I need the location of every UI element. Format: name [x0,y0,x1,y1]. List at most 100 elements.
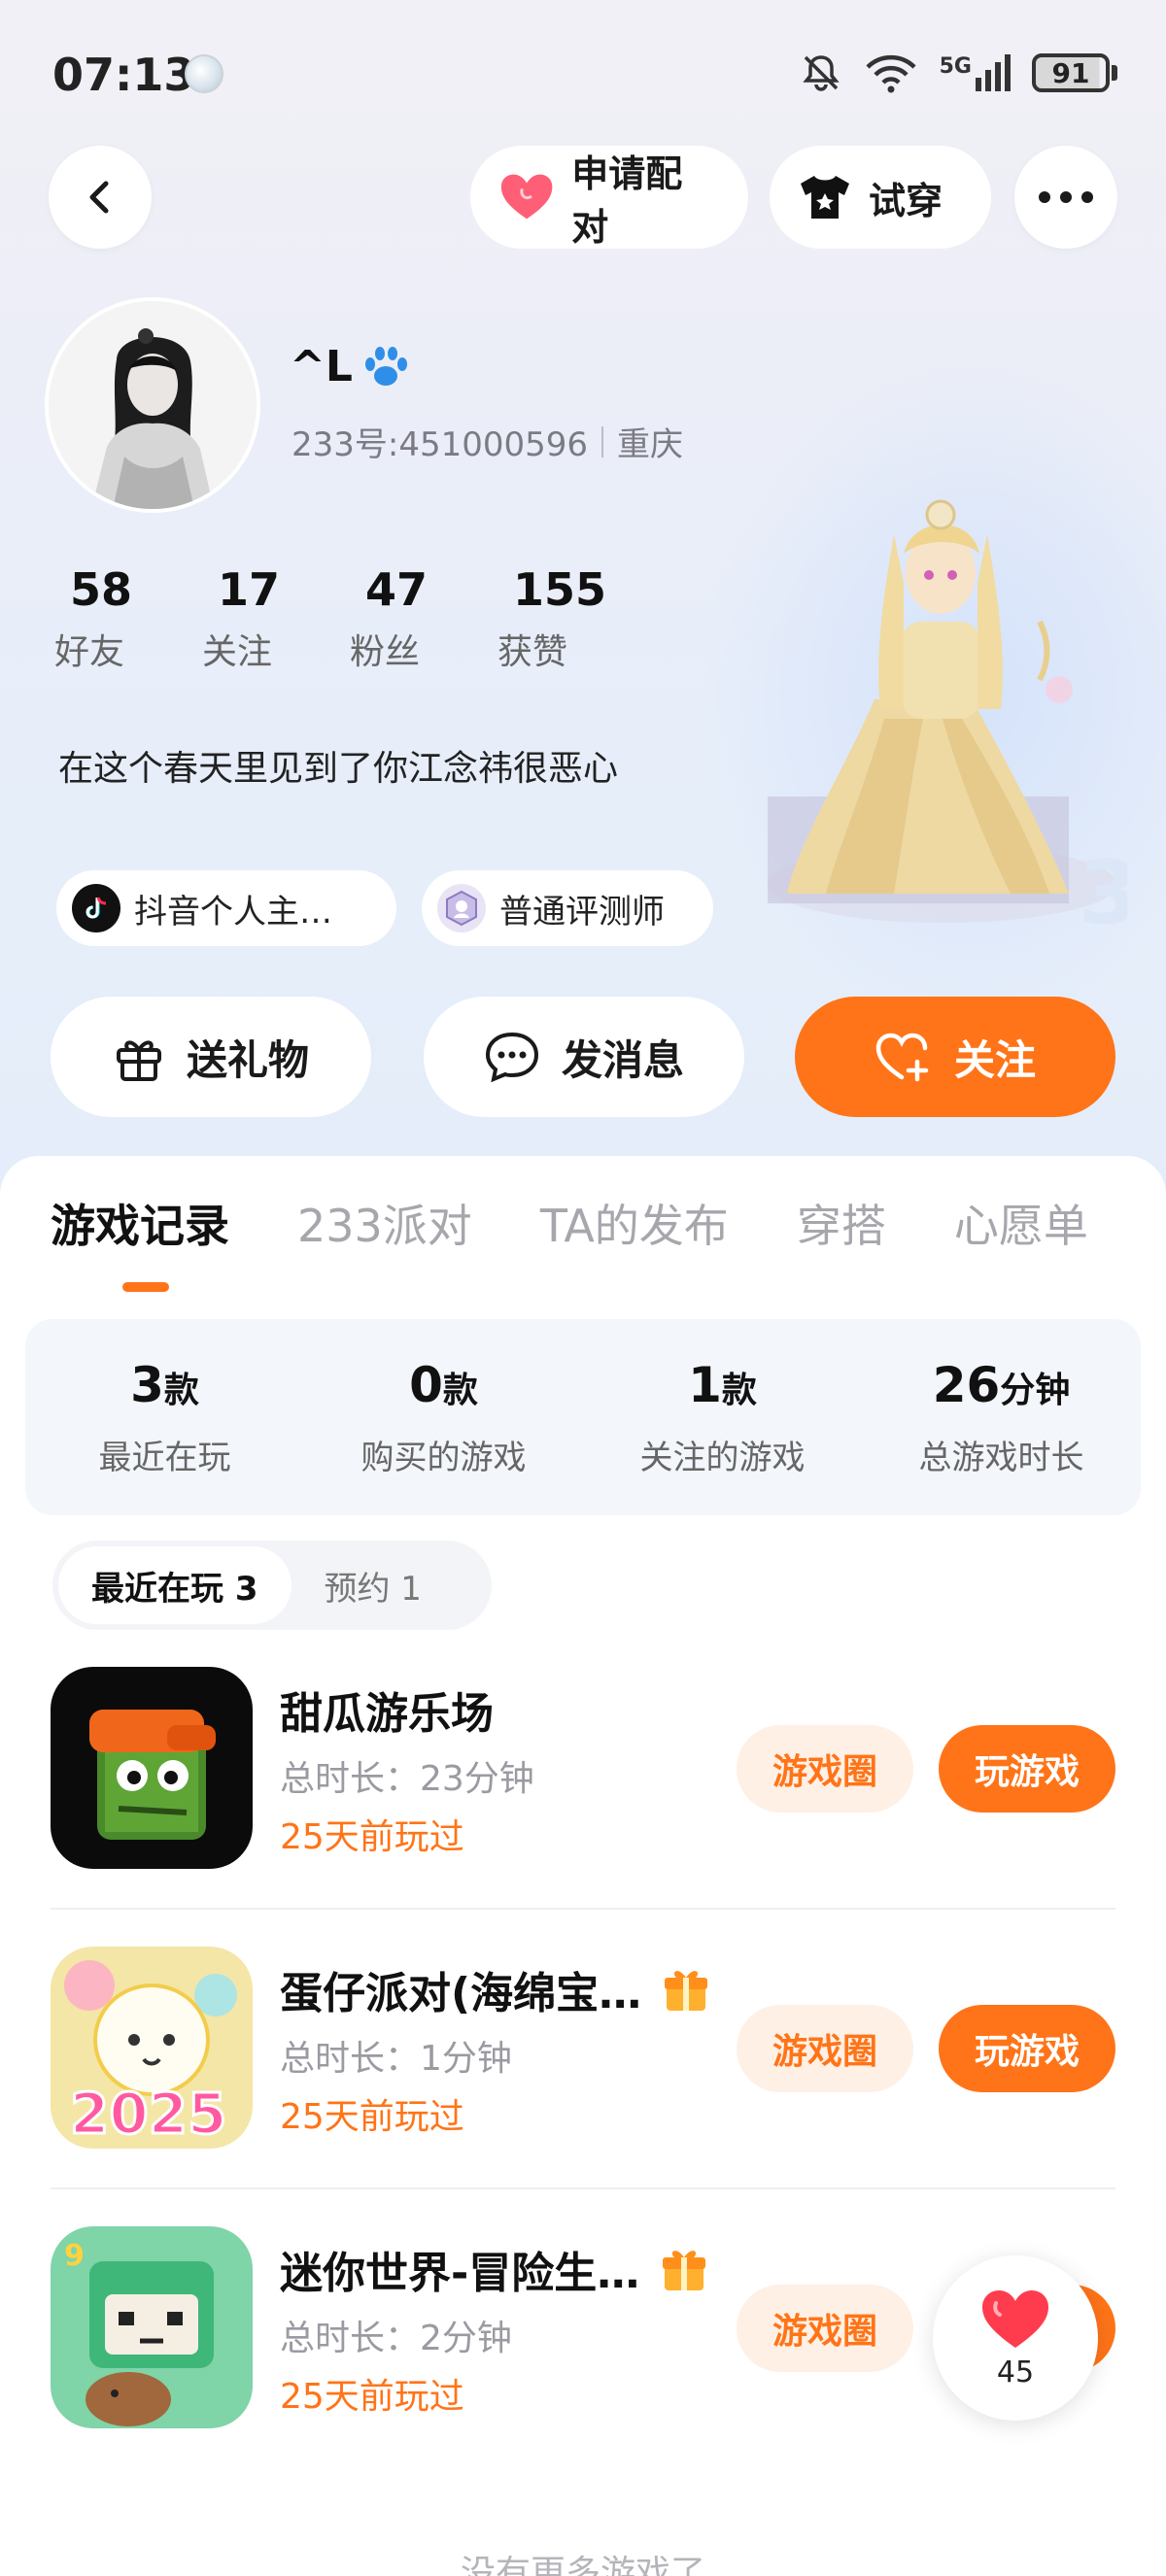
reviewer-tag[interactable]: 普通评测师 [422,870,713,946]
stat-label: 关注 [202,632,273,672]
send-message-label: 发消息 [561,1035,684,1084]
avatar[interactable] [45,297,260,513]
svg-text:2025: 2025 [70,2081,226,2147]
wifi-icon [866,54,916,93]
reviewer-badge-icon [437,884,486,932]
tab-outfits[interactable]: 穿搭 [797,1191,886,1255]
reviewer-tag-label: 普通评测师 [499,892,665,932]
summary-recent[interactable]: 3款 最近在玩 [25,1319,304,1515]
send-gift-label: 送礼物 [186,1035,309,1084]
more-dots-icon [1039,191,1093,203]
stat-value: 58 [70,563,133,616]
summary-unit: 款 [721,1370,757,1410]
game-item[interactable]: 2025 蛋仔派对(海绵宝… 总时长：1分钟 25天前玩过 游戏圈 玩游戏 [0,1947,1166,2226]
profile-tabs: 游戏记录 233派对 TA的发布 穿搭 心愿单 [51,1191,1088,1255]
tab-233-party[interactable]: 233派对 [297,1191,472,1255]
figure-illustration: 3 [768,499,1140,944]
summary-unit: 款 [442,1370,478,1410]
play-game-button[interactable]: 玩游戏 [939,2005,1115,2092]
game-last-played: 25天前玩过 [280,2097,464,2137]
game-icon[interactable]: 2025 [51,1947,253,2149]
summary-followed[interactable]: 1款 关注的游戏 [583,1319,862,1515]
send-message-button[interactable]: 发消息 [424,997,744,1117]
meta-divider [601,425,604,458]
summary-label: 购买的游戏 [360,1438,527,1477]
segment-reserve[interactable]: 预约 1 [292,1546,455,1624]
profile-page: 07:13 5G 91 申请配对 试穿 ^L 233号:451000596 重庆… [0,0,1166,2576]
stat-label: 粉丝 [350,632,421,672]
stat-value: 155 [513,563,607,616]
username-text: ^L [290,342,353,391]
battery-level: 91 [1032,53,1110,92]
bio: 在这个春天里见到了你江念祎很恶心 [58,749,619,789]
cellular-signal-icon: 5G [940,54,1011,91]
try-on-label: 试穿 [869,179,943,222]
follow-label: 关注 [953,1035,1036,1084]
floating-like-button[interactable]: 45 [933,2255,1098,2421]
tab-game-records[interactable]: 游戏记录 [51,1191,229,1255]
more-button[interactable] [1014,146,1117,249]
game-name: 甜瓜游乐场 [280,1678,494,1741]
row-divider [51,1908,1115,1910]
tab-posts[interactable]: TA的发布 [540,1191,729,1255]
game-last-played: 25天前玩过 [280,1817,464,1857]
game-item[interactable]: 甜瓜游乐场 总时长：23分钟 25天前玩过 游戏圈 玩游戏 [0,1667,1166,1947]
stat-likes[interactable]: 155 获赞 [497,563,645,674]
profile-stats: 58 好友 17 关注 47 粉丝 155 获赞 [54,563,645,674]
tab-wishlist[interactable]: 心愿单 [954,1191,1088,1255]
summary-total-time[interactable]: 26分钟 总游戏时长 [862,1319,1141,1515]
game-icon[interactable]: 9 [51,2226,253,2428]
follow-button[interactable]: 关注 [795,997,1115,1117]
gift-badge-icon [665,1971,708,2011]
douyin-icon [72,884,120,932]
user-id: 233号:451000596 [292,425,589,464]
gift-icon [116,1040,161,1081]
summary-value: 1 [688,1356,722,1413]
user-meta: 233号:451000596 重庆 [292,418,683,465]
summary-value: 3 [130,1356,164,1413]
chat-bubble-icon [485,1032,538,1083]
summary-unit: 款 [163,1370,199,1410]
chevron-left-icon [89,181,109,214]
status-bar: 07:13 5G 91 [0,0,1166,146]
game-summary: 3款 最近在玩 0款 购买的游戏 1款 关注的游戏 26分钟 总游戏时长 [25,1319,1141,1515]
play-game-button[interactable]: 玩游戏 [939,1725,1115,1813]
request-pair-label: 申请配对 [571,153,683,249]
game-duration: 总时长：1分钟 [280,2039,512,2079]
user-location: 重庆 [617,425,684,464]
stat-value: 17 [218,563,281,616]
stat-fans[interactable]: 47 粉丝 [350,563,497,674]
game-duration: 总时长：2分钟 [280,2319,512,2358]
row-divider [51,2187,1115,2189]
tshirt-icon [801,176,849,219]
like-count: 45 [996,2355,1035,2390]
avatar-figure[interactable]: 3 [758,476,1140,944]
summary-value: 0 [409,1356,443,1413]
game-icon[interactable] [51,1667,253,1869]
network-type: 5G [939,54,972,79]
paw-icon [364,346,407,386]
stat-friends[interactable]: 58 好友 [54,563,202,674]
heart-icon [982,2289,1048,2348]
game-duration: 总时长：23分钟 [280,1759,534,1799]
try-on-button[interactable]: 试穿 [770,146,991,249]
game-circle-button[interactable]: 游戏圈 [737,1725,913,1813]
mute-bell-icon [802,55,840,91]
game-circle-button[interactable]: 游戏圈 [737,2005,913,2092]
summary-value: 26 [932,1356,1001,1413]
moon-icon [185,54,223,93]
segment-recent[interactable]: 最近在玩 3 [58,1546,292,1624]
stat-following[interactable]: 17 关注 [202,563,350,674]
douyin-profile-tag[interactable]: 抖音个人主… [56,870,396,946]
game-name: 迷你世界-冒险生… [280,2238,709,2300]
gift-badge-icon [663,2251,706,2290]
username: ^L [290,342,411,391]
game-circle-button[interactable]: 游戏圈 [737,2285,913,2372]
summary-label: 关注的游戏 [639,1438,806,1477]
back-button[interactable] [49,146,152,249]
send-gift-button[interactable]: 送礼物 [51,997,371,1117]
svg-text:3: 3 [1079,842,1127,932]
request-pair-button[interactable]: 申请配对 [470,146,748,249]
summary-purchased[interactable]: 0款 购买的游戏 [304,1319,583,1515]
status-icons: 5G 91 [800,49,1117,97]
